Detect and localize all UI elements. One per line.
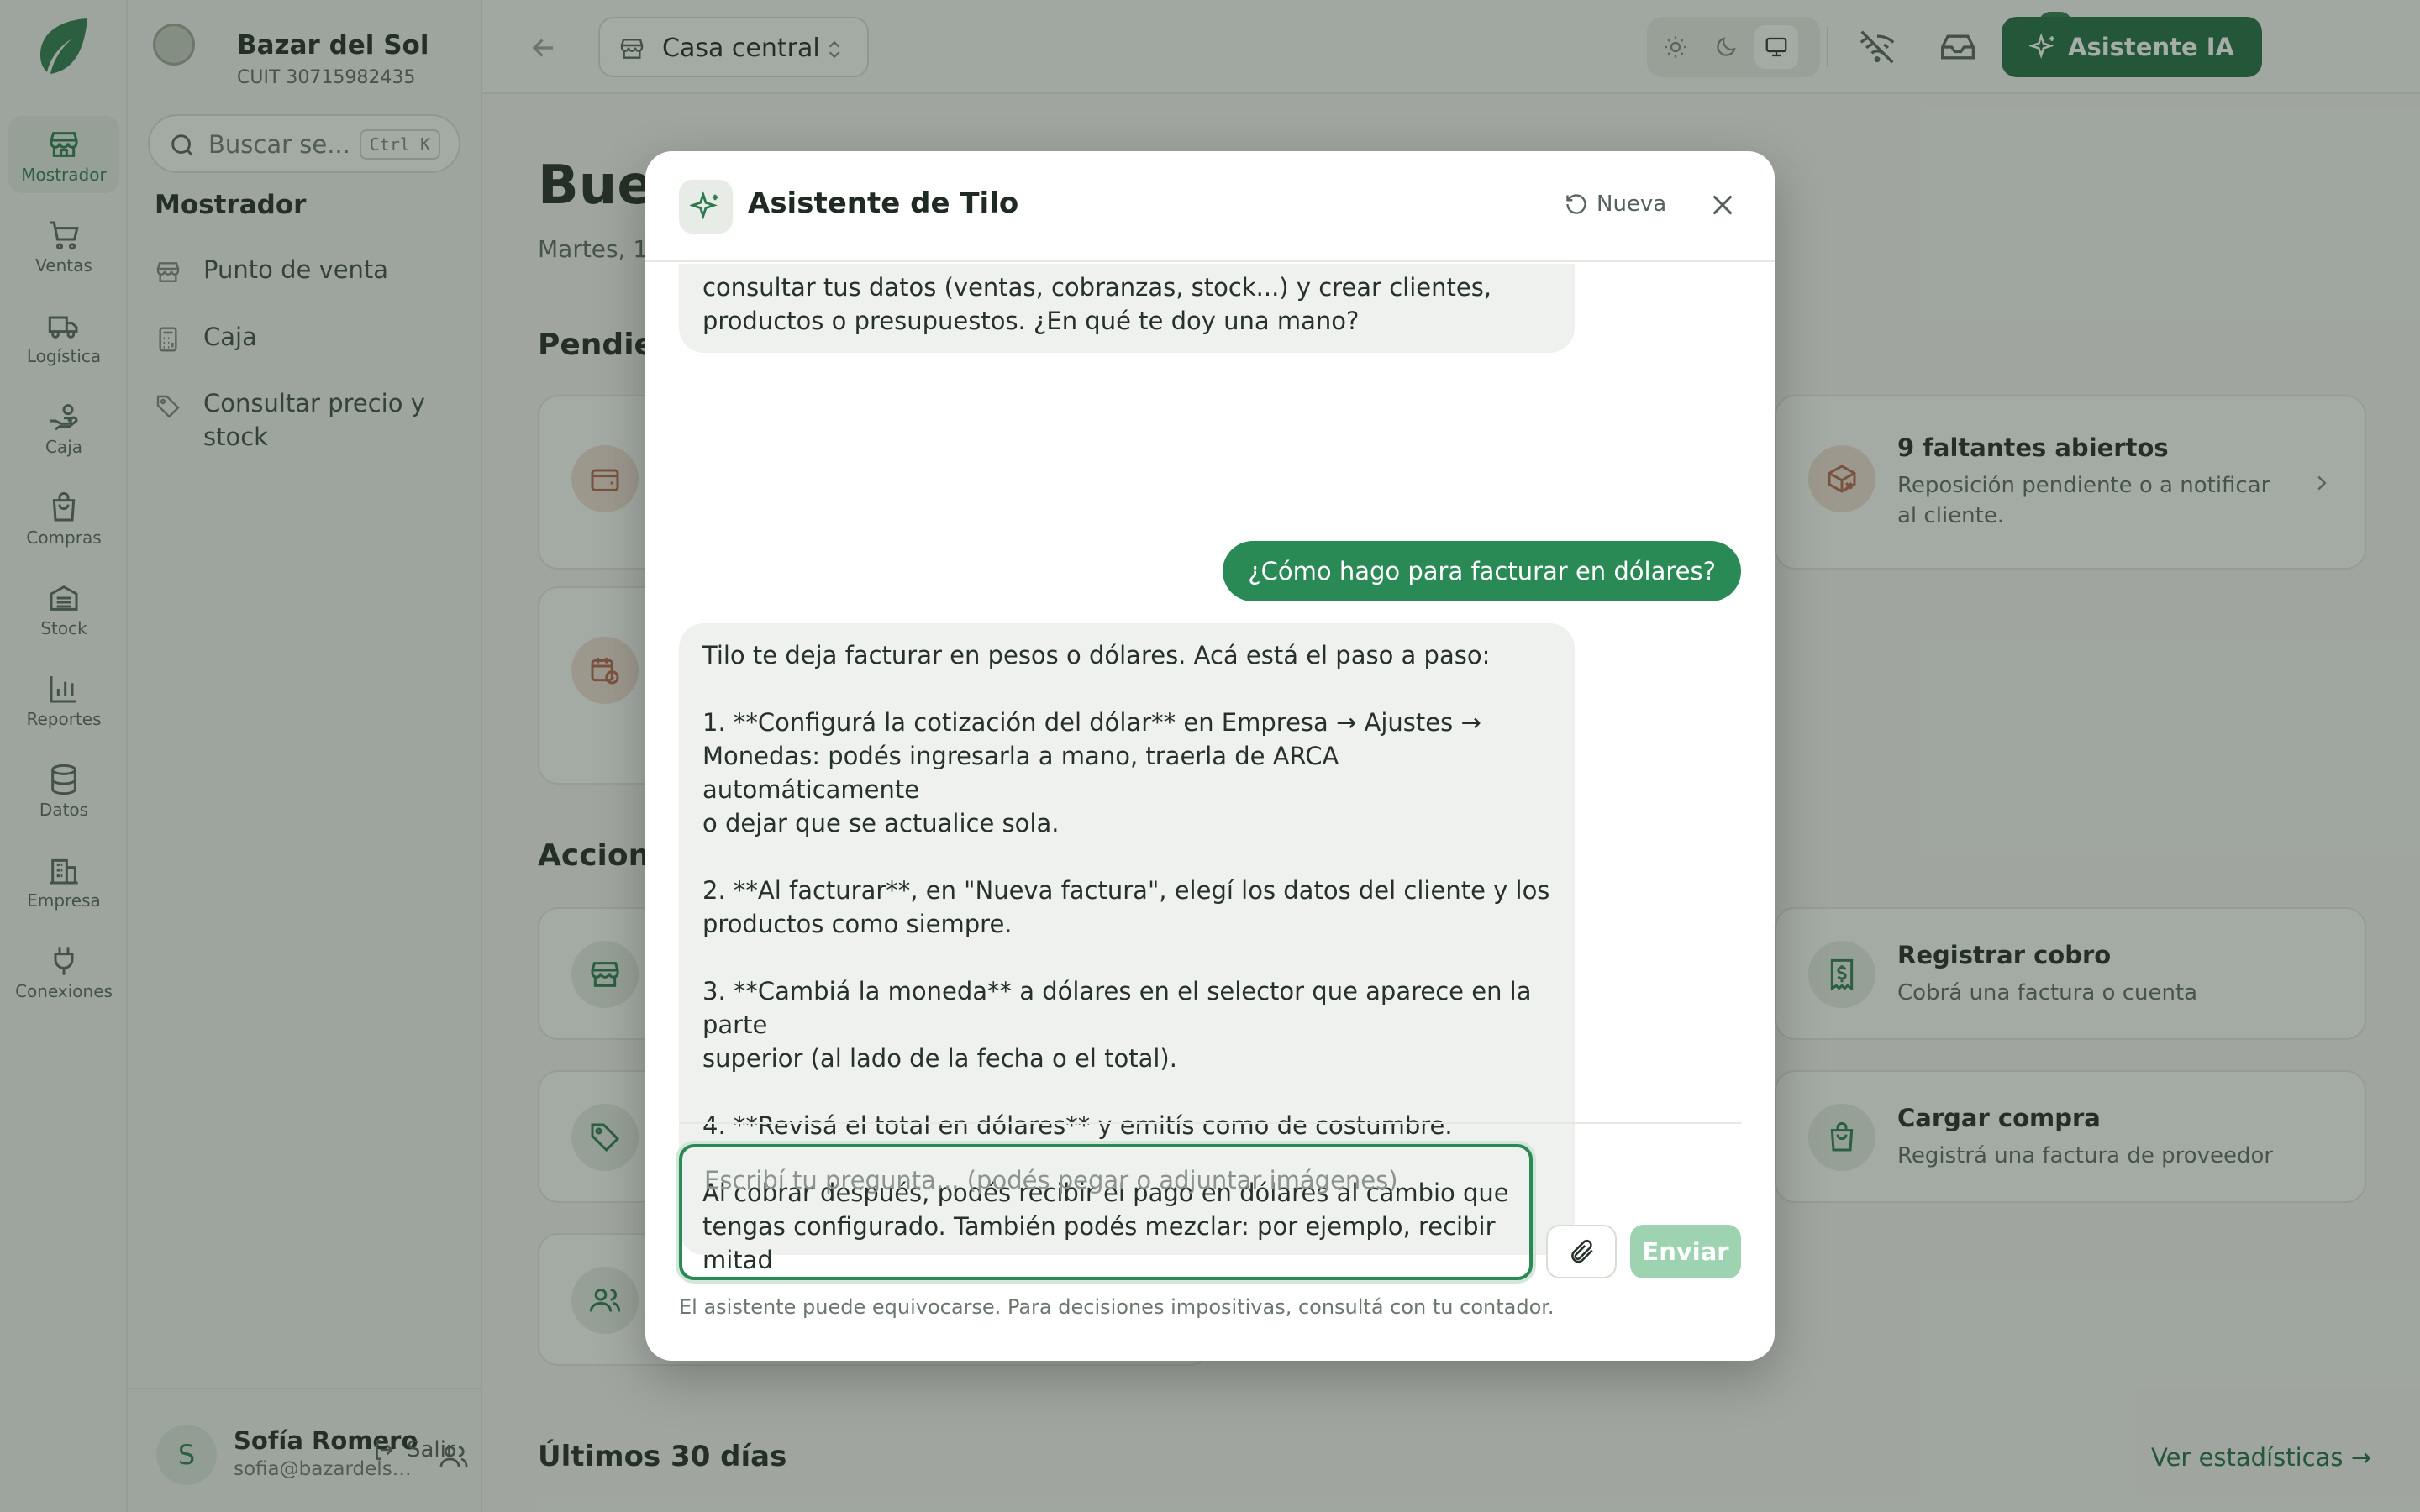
question-input[interactable] <box>679 1144 1533 1280</box>
composer-divider <box>679 1122 1741 1124</box>
question-textarea[interactable] <box>682 1147 1529 1277</box>
attach-button[interactable] <box>1546 1225 1617 1278</box>
chat-history[interactable]: consultar tus datos (ventas, cobranzas, … <box>679 264 1741 1272</box>
sparkles-icon <box>688 191 718 220</box>
assistant-disclaimer: El asistente puede equivocarse. Para dec… <box>679 1295 1555 1319</box>
rotate-ccw-icon <box>1566 194 1586 214</box>
assistant-title: Asistente de Tilo <box>748 186 1019 220</box>
assistant-header: Asistente de Tilo Nueva <box>645 151 1775 262</box>
user-message: ¿Cómo hago para facturar en dólares? <box>1223 541 1741 601</box>
paperclip-icon <box>1571 1239 1593 1263</box>
send-button[interactable]: Enviar <box>1630 1225 1741 1278</box>
close-icon[interactable] <box>1707 190 1738 220</box>
new-chat-button[interactable]: Nueva <box>1565 192 1666 217</box>
assistant-modal: Asistente de Tilo Nueva consultar tus da… <box>645 151 1775 1361</box>
assistant-message: consultar tus datos (ventas, cobranzas, … <box>679 264 1575 353</box>
assistant-icon <box>679 180 733 234</box>
